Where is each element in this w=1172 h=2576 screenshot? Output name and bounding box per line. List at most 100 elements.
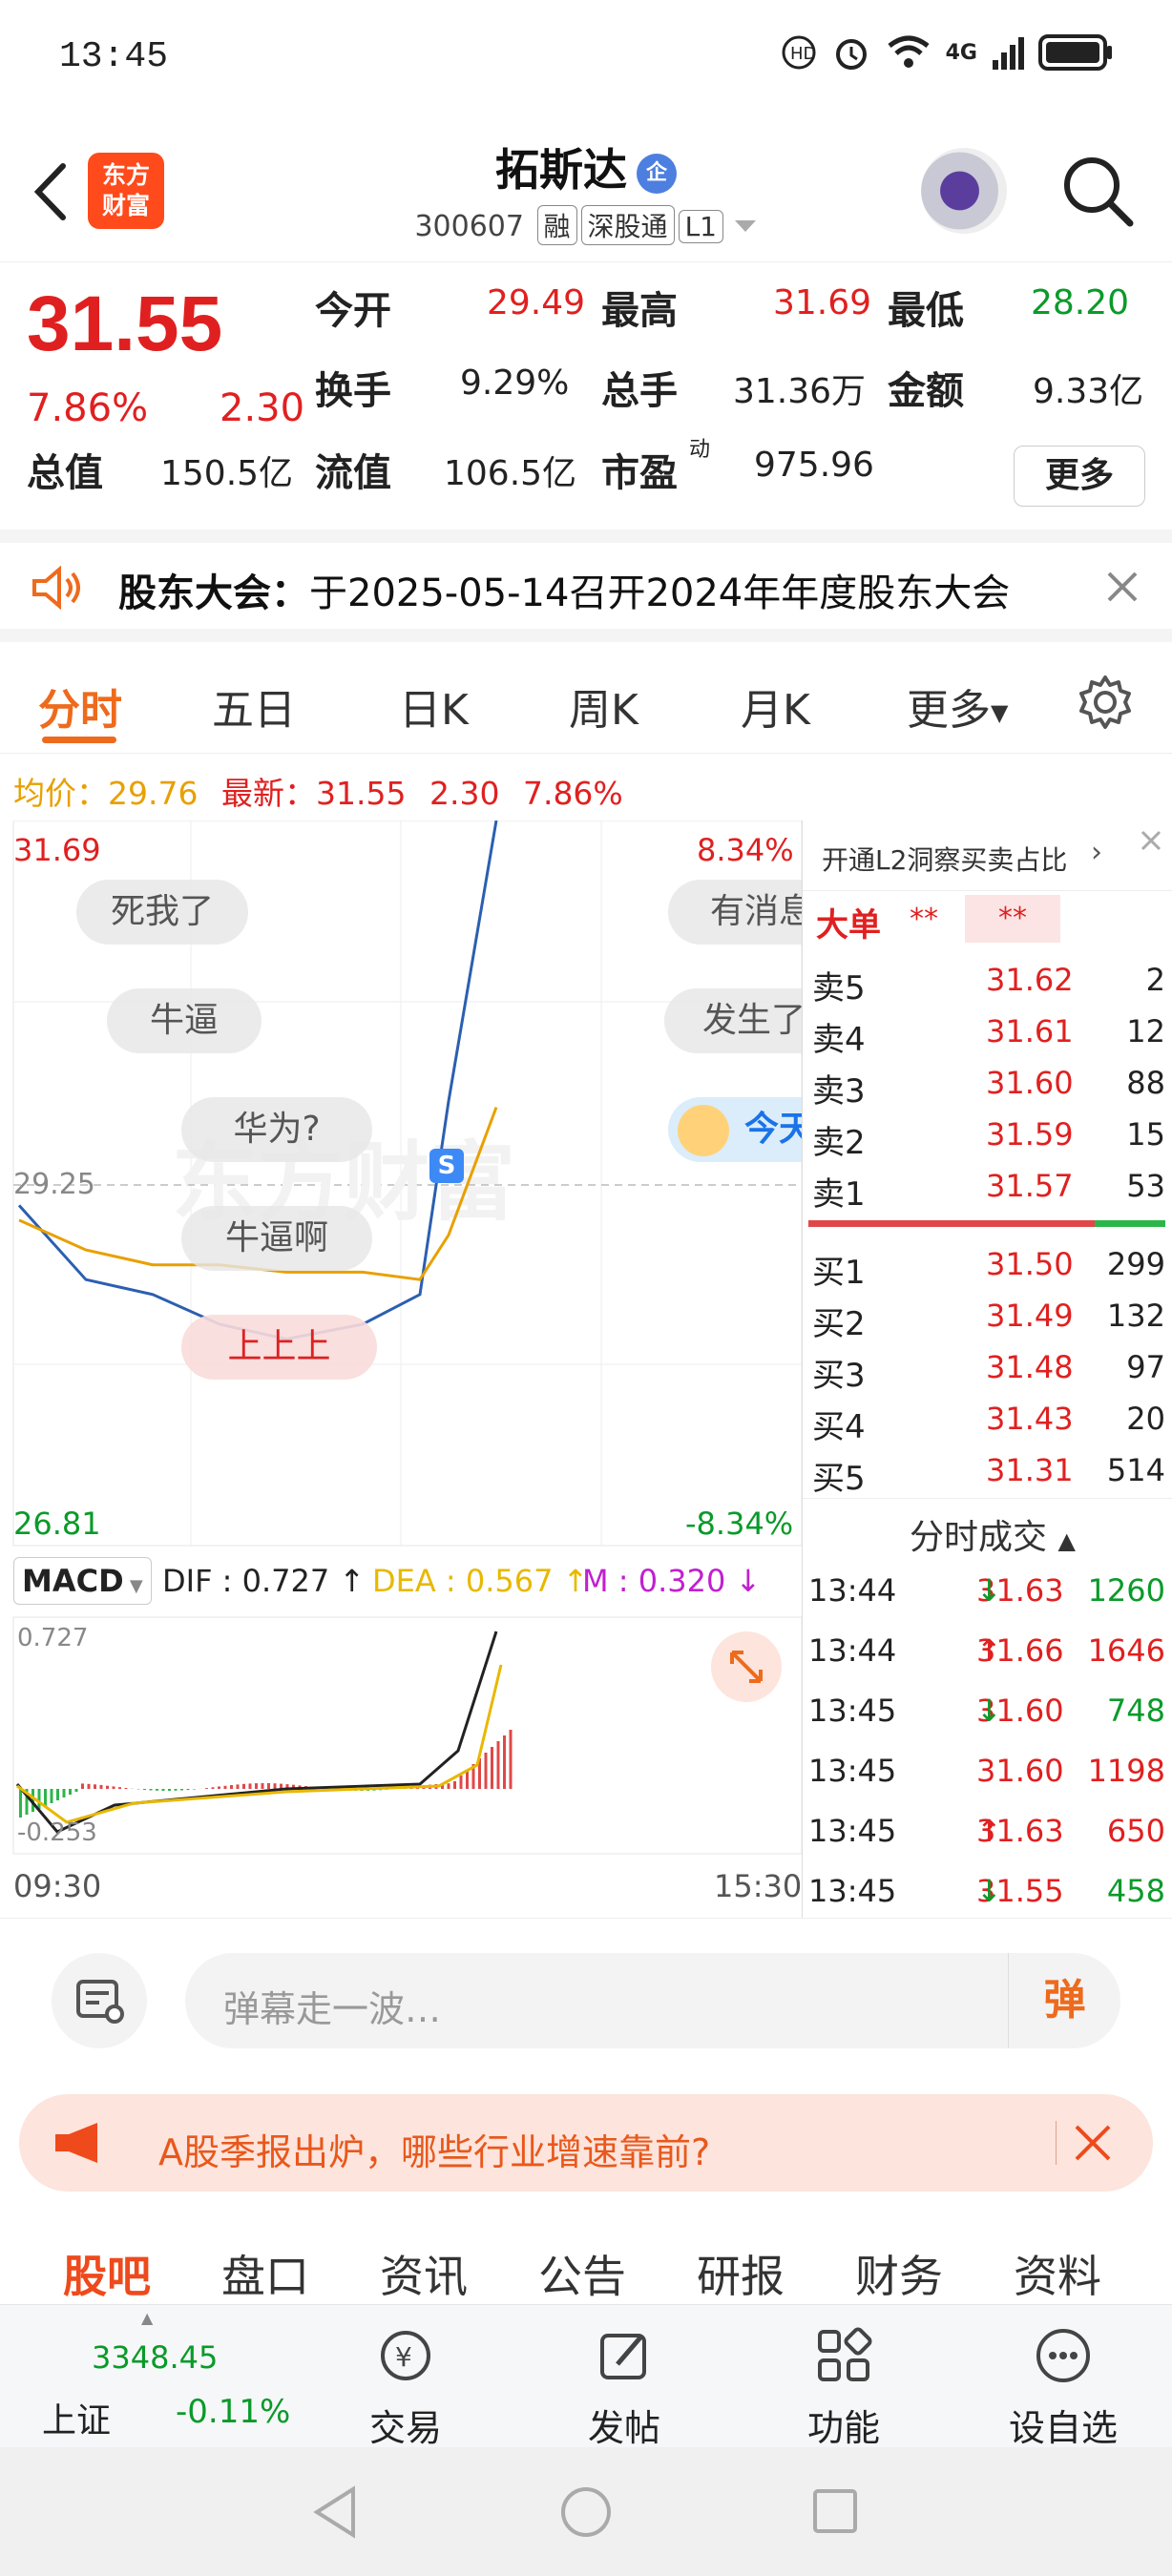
bid-volume: 299 [1106, 1246, 1165, 1282]
nav-post[interactable]: 发帖 [557, 2324, 691, 2451]
danmu-bubble: 华为? [181, 1097, 372, 1162]
nav-home-icon[interactable] [559, 2485, 613, 2539]
macd-bar [156, 1789, 158, 1791]
tab-daily-k[interactable]: 日K [399, 675, 469, 737]
close-icon[interactable] [1139, 828, 1163, 853]
tick-time: 13:45 [808, 1753, 897, 1789]
tab-five-day[interactable]: 五日 [212, 675, 296, 737]
macd-bar [106, 1785, 109, 1789]
ratio-bar-red [808, 1220, 1095, 1227]
index-pct[interactable]: -0.11% [176, 2393, 290, 2431]
ask-price: 31.57 [986, 1168, 1074, 1204]
big-order-value: ** [965, 895, 1060, 943]
nav-recents-icon[interactable] [811, 2487, 859, 2535]
quote-label: 换手 [315, 369, 391, 413]
tag-connect: 深股通 [580, 205, 675, 245]
quote-label: 最低 [888, 289, 964, 333]
trade-icon: ¥ [381, 2331, 430, 2380]
quote-label: 总手 [601, 369, 678, 413]
tab-finance[interactable]: 财务 [855, 2242, 943, 2305]
macd-bar [180, 1789, 183, 1791]
danmu-bubble: 发生了 [664, 988, 802, 1053]
nav-trade[interactable]: ¥ 交易 [339, 2324, 472, 2451]
macd-top-label: 0.727 [17, 1624, 89, 1652]
macd-bar [218, 1786, 220, 1789]
danmu-bubble: 有消息 [668, 880, 802, 945]
tab-news[interactable]: 资讯 [380, 2242, 468, 2305]
tab-forum[interactable]: 股吧 [63, 2242, 151, 2305]
danmu-bubble: 上上上 [181, 1315, 377, 1380]
bid-row[interactable]: 买1 31.50 299 [803, 1238, 1172, 1292]
nav-add-watchlist[interactable]: 设自选 [996, 2324, 1130, 2451]
signal-icon [993, 37, 1024, 70]
big-order-label: 大单 [816, 906, 881, 945]
danmu-send-button[interactable]: 弹 [1008, 1953, 1120, 2048]
ask-row[interactable]: 卖2 31.59 15 [803, 1109, 1172, 1162]
tab-announcements[interactable]: 公告 [538, 2242, 626, 2305]
chart-low-pct: -8.34% [685, 1506, 794, 1542]
tick-row: 13:45 31.60 ↓ 748 [808, 1693, 1165, 1729]
ask-row[interactable]: 卖1 31.57 53 [803, 1160, 1172, 1214]
bid-row[interactable]: 买2 31.49 132 [803, 1290, 1172, 1343]
tab-orderbook[interactable]: 盘口 [221, 2242, 309, 2305]
nav-functions[interactable]: 功能 [777, 2324, 910, 2451]
macd-bar [273, 1783, 277, 1789]
ask-volume: 12 [1126, 1013, 1165, 1049]
index-name[interactable]: 上证 [42, 2393, 111, 2442]
tab-weekly-k[interactable]: 周K [569, 675, 638, 737]
tag-level: L1 [678, 210, 723, 243]
bid-row[interactable]: 买4 31.43 20 [803, 1393, 1172, 1446]
current-price: 31.55 [27, 280, 223, 367]
danmu-settings-icon[interactable] [52, 1953, 147, 2048]
close-icon[interactable] [1073, 2123, 1113, 2163]
more-button[interactable]: 更多 [1014, 446, 1145, 507]
indicator-selector[interactable]: MACD ▼ [13, 1557, 152, 1605]
sell-marker[interactable]: S [429, 1149, 464, 1183]
macd-bar [81, 1783, 84, 1789]
megaphone-icon [55, 2123, 97, 2163]
macd-bar [211, 1787, 215, 1789]
ask-row[interactable]: 卖5 31.62 2 [803, 954, 1172, 1008]
index-value[interactable]: 3348.45 [92, 2339, 218, 2376]
tab-monthly-k[interactable]: 月K [741, 675, 810, 737]
intraday-chart[interactable]: 东方财富 31.69 8.34% 29.25 26.81 -8.34% 死我了 … [0, 821, 802, 1918]
stock-header: 东方 财富 拓斯达企 300607 融深股通 L1 [0, 114, 1172, 262]
macd-bar [453, 1781, 456, 1789]
ticks-title[interactable]: 分时成交 ▲ [910, 1509, 1076, 1559]
time-end: 15:30 [714, 1868, 803, 1904]
bid-volume: 514 [1106, 1452, 1165, 1488]
tab-intraday[interactable]: 分时 [38, 675, 122, 737]
l2-banner[interactable]: 开通L2洞察买卖占比 › [803, 821, 1172, 891]
macd-bar [19, 1789, 22, 1818]
ask-row[interactable]: 卖3 31.60 88 [803, 1057, 1172, 1111]
search-icon[interactable] [1059, 153, 1136, 229]
danmu-input[interactable]: 弹幕走一波… 弹 [185, 1953, 1120, 2048]
expand-icon[interactable] [711, 1631, 782, 1702]
bid-row[interactable]: 买5 31.31 514 [803, 1444, 1172, 1498]
comment-bar: 弹幕走一波… 弹 [0, 1918, 1172, 2080]
meeting-notice[interactable]: 股东大会：于2025-05-14召开2024年年度股东大会 [0, 530, 1172, 642]
close-icon[interactable] [1105, 570, 1140, 604]
macd-bar [267, 1783, 270, 1789]
change-pct: 7.86% [27, 386, 149, 430]
tab-research[interactable]: 研报 [697, 2242, 785, 2305]
robot-assistant-icon[interactable] [921, 148, 1007, 234]
tick-time: 13:44 [808, 1572, 897, 1609]
bid-row[interactable]: 买3 31.48 97 [803, 1341, 1172, 1395]
nav-back-icon[interactable] [311, 2485, 359, 2539]
big-order-value: ** [910, 903, 938, 936]
settings-gear-icon[interactable] [1077, 674, 1134, 731]
macd-bar [248, 1783, 252, 1789]
macd-bar [112, 1786, 115, 1789]
bid-volume: 97 [1126, 1349, 1165, 1385]
macd-bar [186, 1789, 190, 1791]
macd-bar [236, 1784, 240, 1789]
ask-volume: 15 [1126, 1116, 1165, 1153]
ask-row[interactable]: 卖4 31.61 12 [803, 1006, 1172, 1059]
macd-bar [496, 1741, 500, 1789]
tab-profile[interactable]: 资料 [1014, 2242, 1101, 2305]
caret-down-icon [734, 220, 756, 232]
tab-more[interactable]: 更多▼ [907, 675, 1008, 737]
notice-text: 股东大会：于2025-05-14召开2024年年度股东大会 [118, 571, 1011, 615]
promo-banner[interactable]: A股季报出炉，哪些行业增速靠前? [19, 2094, 1153, 2192]
